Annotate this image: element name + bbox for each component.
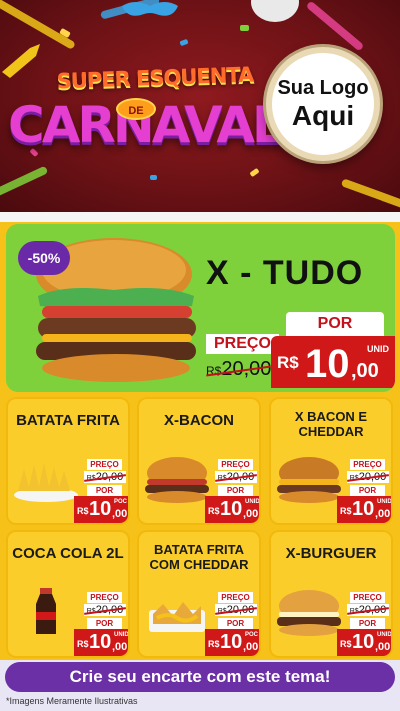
- new-price-cents: ,00: [375, 508, 391, 520]
- new-price-main: 10: [89, 498, 112, 520]
- unit-label: POC: [114, 499, 128, 505]
- new-price-tag: R$ 10 ,00 UNID: [337, 496, 392, 523]
- featured-product-name: X - TUDO: [206, 254, 364, 292]
- confetti: [179, 38, 189, 47]
- title-de-badge: DE: [116, 98, 156, 120]
- old-price: R$20,00: [84, 604, 126, 616]
- new-price-cents: ,00: [351, 360, 379, 382]
- confetti: [150, 175, 157, 180]
- price-label: PREÇO: [87, 459, 122, 470]
- new-price-cents: ,00: [243, 641, 259, 653]
- product-name: X BACON E CHEDDAR: [294, 409, 368, 439]
- featured-product-card[interactable]: -50% X - TUDO PREÇO R$20,00 POR R$ 10 ,0…: [6, 224, 395, 392]
- price-label: PREÇO: [218, 592, 253, 603]
- unit-label: UNID: [367, 344, 389, 354]
- title-super-esquenta: SUPER ESQUENTA: [56, 62, 254, 94]
- new-price-currency: R$: [77, 506, 89, 516]
- por-label: POR: [87, 485, 122, 496]
- new-price-tag: R$ 10 ,00 POC: [74, 496, 128, 523]
- price-label: PREÇO: [350, 459, 385, 470]
- old-price: R$20,00: [84, 471, 126, 483]
- new-price-cents: ,00: [243, 508, 259, 520]
- old-price: R$20,00: [215, 471, 257, 483]
- soda-bottle-image: [36, 588, 56, 634]
- new-price-main: 10: [220, 498, 243, 520]
- create-flyer-button[interactable]: Crie seu encarte com este tema!: [5, 662, 395, 692]
- new-price-tag: R$ 10 ,00 UNID: [205, 496, 260, 523]
- product-card-x-bacon-cheddar[interactable]: X BACON E CHEDDAR PREÇO R$20,00 POR R$ 1…: [269, 397, 393, 525]
- confetti: [249, 167, 260, 178]
- price-label: PREÇO: [206, 334, 279, 354]
- product-name: COCA COLA 2L: [12, 545, 124, 562]
- product-card-coca-cola[interactable]: COCA COLA 2L PREÇO R$20,00 POR R$ 10 ,00…: [6, 530, 130, 658]
- balloon-icon: [251, 0, 299, 22]
- new-price-currency: R$: [340, 506, 352, 516]
- new-price-main: 10: [352, 498, 375, 520]
- new-price-currency: R$: [208, 506, 220, 516]
- streamer-decoration: [340, 178, 400, 210]
- new-price-tag: R$ 10 ,00 UNID: [337, 629, 392, 656]
- unit-label: UNID: [114, 632, 129, 638]
- por-label: POR: [87, 618, 122, 629]
- price-label: PREÇO: [87, 592, 122, 603]
- new-price-currency: R$: [208, 639, 220, 649]
- new-price-currency: R$: [277, 353, 299, 372]
- por-label: POR: [218, 618, 253, 629]
- price-label: PREÇO: [218, 459, 253, 470]
- product-name: BATATA FRITA: [16, 412, 120, 429]
- new-price-main: 10: [305, 342, 350, 386]
- fries-cheddar-image: [149, 602, 205, 632]
- burger-image: [277, 590, 341, 636]
- product-card-batata-frita[interactable]: BATATA FRITA PREÇO R$20,00 POR R$ 10 ,00…: [6, 397, 130, 525]
- logo-placeholder[interactable]: Sua Logo Aqui: [266, 47, 380, 161]
- header-banner: SUPER ESQUENTA CARNAVAL DE Sua Logo Aqui: [0, 0, 400, 212]
- por-label: POR: [350, 485, 385, 496]
- burger-image: [145, 457, 209, 503]
- streamer-decoration: [0, 165, 49, 203]
- old-price: R$20,00: [347, 471, 389, 483]
- carnival-mask-icon: [122, 2, 178, 16]
- new-price-main: 10: [220, 631, 243, 653]
- product-card-batata-cheddar[interactable]: BATATA FRITA COM CHEDDAR PREÇO R$20,00 P…: [137, 530, 261, 658]
- discount-badge: -50%: [18, 241, 70, 275]
- new-price-currency: R$: [77, 639, 89, 649]
- new-price-main: 10: [89, 631, 112, 653]
- unit-label: UNID: [377, 632, 392, 638]
- divider: [0, 212, 400, 222]
- product-name: X-BACON: [164, 412, 234, 429]
- unit-label: UNID: [377, 499, 392, 505]
- price-label: PREÇO: [350, 592, 385, 603]
- burger-image: [277, 457, 341, 503]
- disclaimer-text: *Imagens Meramente Ilustrativas: [6, 696, 138, 706]
- new-price-tag: R$ 10 ,00 UNID: [74, 629, 129, 656]
- unit-label: UNID: [245, 499, 260, 505]
- product-card-x-burguer[interactable]: X-BURGUER PREÇO R$20,00 POR R$ 10 ,00 UN…: [269, 530, 393, 658]
- new-price-currency: R$: [340, 639, 352, 649]
- new-price-main: 10: [352, 631, 375, 653]
- new-price-cents: ,00: [375, 641, 391, 653]
- por-label: POR: [218, 485, 253, 496]
- old-price: R$20,00: [215, 604, 257, 616]
- old-price: R$20,00: [206, 358, 271, 381]
- new-price-cents: ,00: [112, 508, 128, 520]
- new-price-tag: R$ 10 ,00 POC: [205, 629, 259, 656]
- trumpet-icon: [2, 44, 40, 78]
- por-label: POR: [350, 618, 385, 629]
- product-name: X-BURGUER: [285, 545, 377, 562]
- fries-image: [14, 463, 78, 502]
- logo-text-line2: Aqui: [291, 99, 355, 131]
- logo-text-line1: Sua Logo: [277, 76, 369, 99]
- old-price: R$20,00: [347, 604, 389, 616]
- unit-label: POC: [245, 632, 259, 638]
- por-label: POR: [286, 312, 384, 336]
- new-price-tag: R$ 10 ,00 UNID: [271, 336, 395, 388]
- product-name: BATATA FRITA COM CHEDDAR: [149, 542, 249, 572]
- new-price-cents: ,00: [112, 641, 128, 653]
- product-card-x-bacon[interactable]: X-BACON PREÇO R$20,00 POR R$ 10 ,00 UNID: [137, 397, 261, 525]
- streamer-decoration: [305, 0, 365, 52]
